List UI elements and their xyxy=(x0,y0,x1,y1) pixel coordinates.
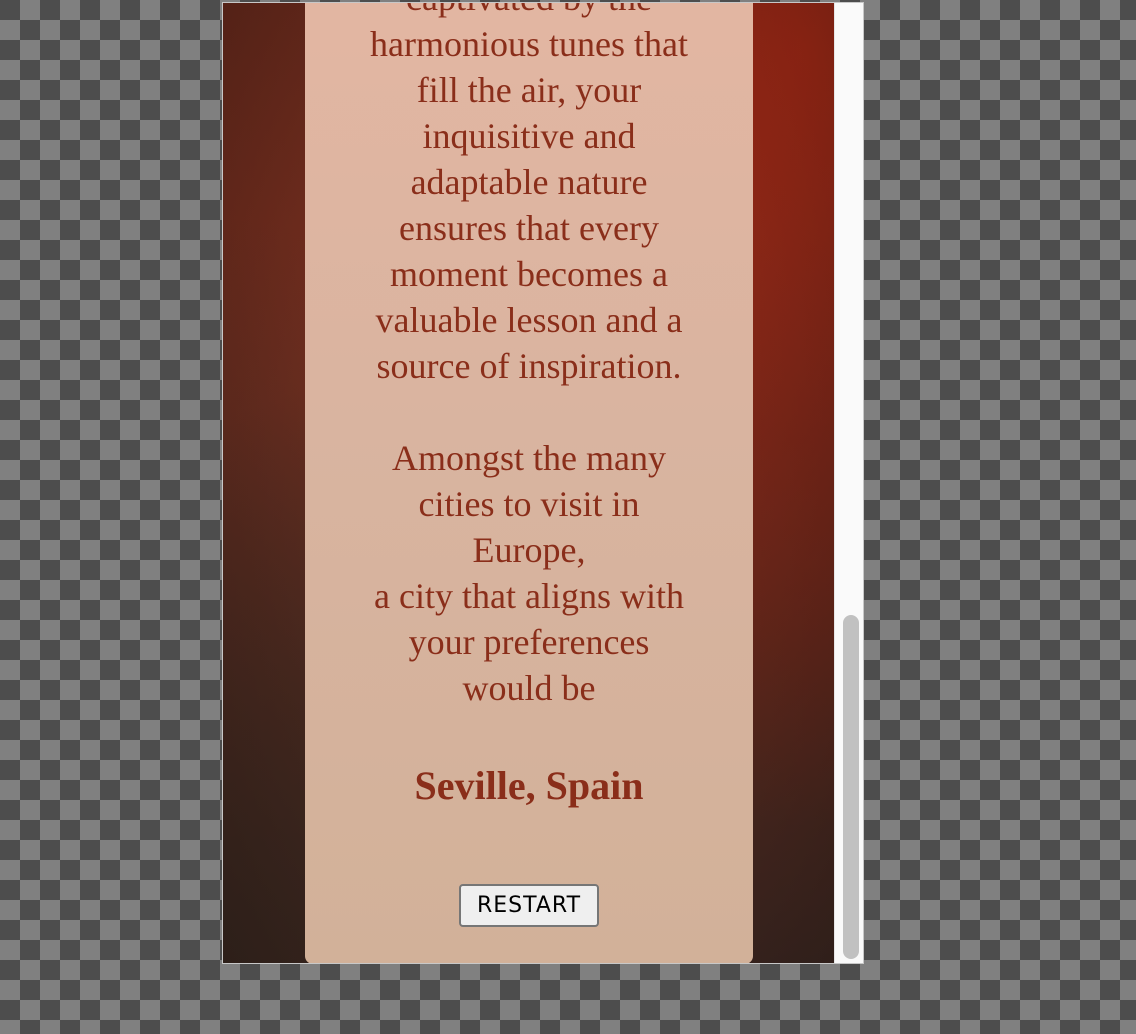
text-line: adaptable nature xyxy=(410,162,648,202)
page-viewport: captivated by the harmonious tunes that … xyxy=(223,3,834,963)
vertical-scrollbar[interactable] xyxy=(834,3,863,963)
text-line: Amongst the many xyxy=(392,438,666,478)
result-city: Seville, Spain xyxy=(414,763,644,808)
text-line: cities to visit in xyxy=(418,484,640,524)
description-paragraph: captivated by the harmonious tunes that … xyxy=(345,3,713,389)
result-card: captivated by the harmonious tunes that … xyxy=(305,3,753,963)
text-line: would be xyxy=(462,668,596,708)
scrollbar-thumb[interactable] xyxy=(843,615,859,959)
text-line: valuable lesson and a xyxy=(375,300,683,340)
recommendation-intro: Amongst the many cities to visit in Euro… xyxy=(345,435,713,711)
restart-button[interactable]: RESTART xyxy=(459,884,599,927)
text-line: a city that aligns with xyxy=(374,576,684,616)
text-line: captivated by the xyxy=(345,3,713,21)
text-line: your preferences xyxy=(408,622,650,662)
text-line: ensures that every xyxy=(399,208,659,248)
text-line: Europe, xyxy=(472,530,586,570)
result-description: captivated by the harmonious tunes that … xyxy=(345,3,713,711)
text-line: fill the air, your xyxy=(416,70,642,110)
text-line: source of inspiration. xyxy=(376,346,682,386)
text-line: harmonious tunes that xyxy=(370,24,688,64)
text-line: inquisitive and xyxy=(422,116,636,156)
browser-window: captivated by the harmonious tunes that … xyxy=(222,2,864,964)
text-line: moment becomes a xyxy=(390,254,668,294)
